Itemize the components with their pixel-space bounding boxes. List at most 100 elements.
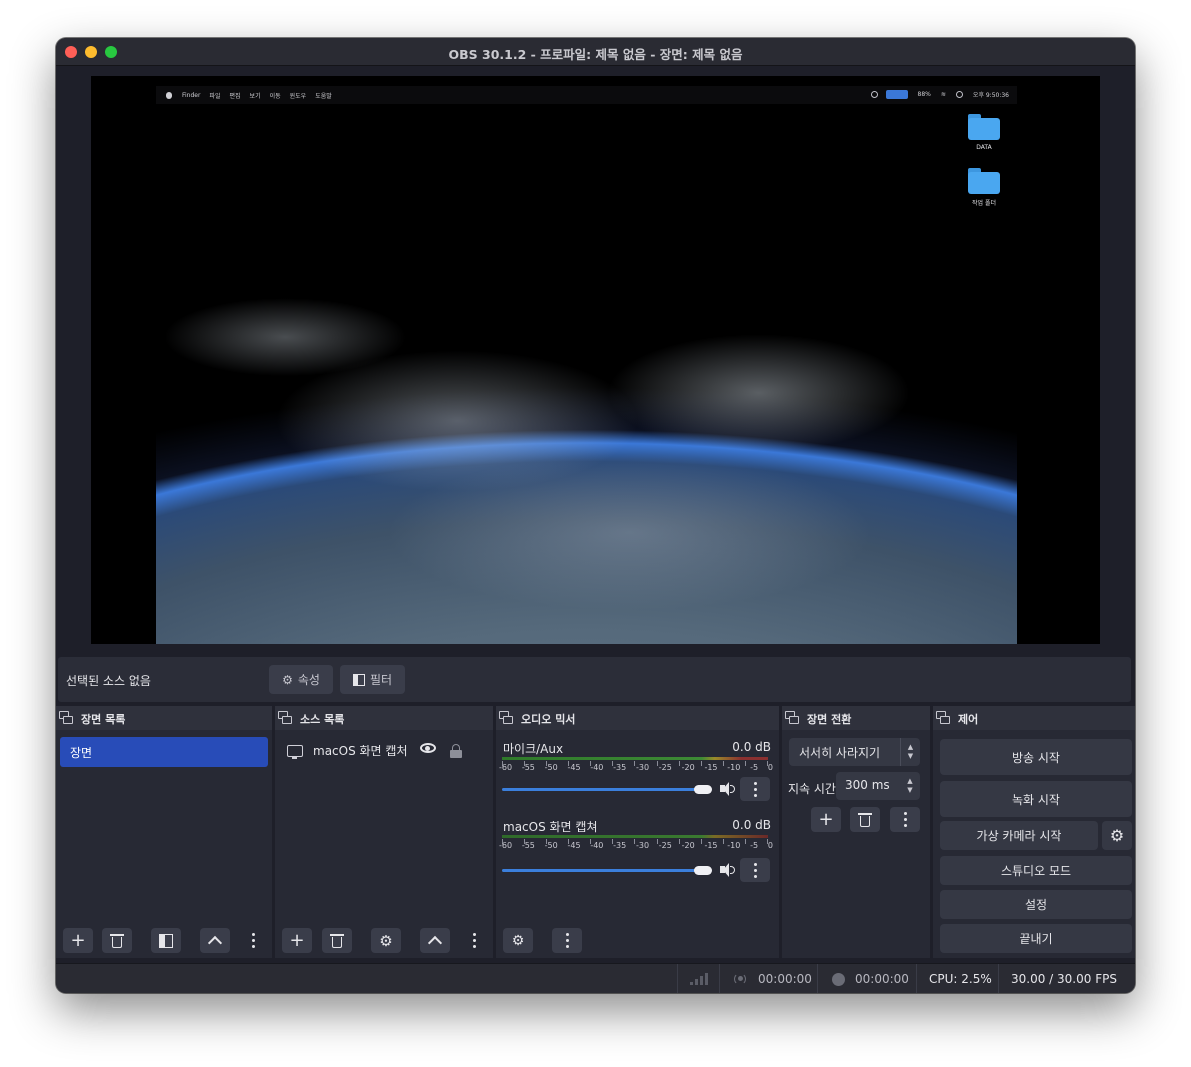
captured-desktop: Finder 파일 편집 보기 이동 윈도우 도움말 88% ≋ 오후 9:50… (156, 86, 1017, 644)
chevron-up-icon (427, 935, 443, 951)
plus-icon: + (818, 809, 834, 830)
kebab-icon (753, 781, 757, 797)
status-bar: 00:00:00 00:00:00 CPU: 2.5% 30.00 / 30.0… (56, 963, 1135, 993)
remove-transition-button[interactable] (850, 807, 880, 832)
window-title: OBS 30.1.2 - 프로파일: 제목 없음 - 장면: 제목 없음 (448, 47, 743, 62)
dock-float-icon[interactable] (278, 711, 292, 724)
channel-menu-button[interactable] (740, 777, 770, 801)
speaker-icon[interactable] (720, 863, 736, 877)
captured-menubar: Finder 파일 편집 보기 이동 윈도우 도움말 88% ≋ 오후 9:50… (156, 86, 1017, 104)
dock-header[interactable]: 소스 목록 (275, 706, 493, 730)
scene-list-item[interactable]: 장면 (60, 737, 268, 767)
properties-label: 속성 (297, 673, 320, 687)
gear-icon: ⚙ (379, 931, 393, 950)
audio-mixer-dock: 오디오 믹서 마이크/Aux 0.0 dB -60 -55 -50 -45 -40 -35… (496, 706, 779, 958)
transition-select[interactable]: 서서히 사라지기 ▲ ▼ (789, 738, 920, 766)
duration-label: 지속 시간 (788, 782, 836, 796)
title-bar: OBS 30.1.2 - 프로파일: 제목 없음 - 장면: 제목 없음 (56, 38, 1135, 66)
move-scene-up-button[interactable] (200, 928, 230, 953)
add-transition-button[interactable]: + (811, 807, 841, 832)
meter-scale-label: -20 (681, 841, 695, 850)
speaker-icon[interactable] (720, 782, 736, 796)
start-streaming-button[interactable]: 방송 시작 (940, 739, 1132, 775)
signal-bars-icon (689, 973, 708, 985)
volume-slider-handle[interactable] (694, 866, 712, 875)
dock-header[interactable]: 오디오 믹서 (496, 706, 779, 730)
apple-icon (166, 91, 172, 99)
visibility-eye-icon[interactable] (420, 743, 436, 753)
scene-filters-button[interactable] (151, 928, 181, 953)
chevron-updown-icon[interactable]: ▲ ▼ (900, 772, 920, 800)
channel-menu-button[interactable] (740, 858, 770, 882)
remove-scene-button[interactable] (102, 928, 132, 953)
meter-scale-label: -30 (635, 841, 650, 850)
earth-wallpaper (156, 86, 1017, 644)
mixer-channel-level: 0.0 dB (732, 818, 771, 832)
dock-float-icon[interactable] (936, 711, 950, 724)
menubar-item: 파일 (209, 92, 221, 100)
virtual-camera-settings-button[interactable]: ⚙ (1102, 821, 1132, 850)
plus-icon: + (289, 930, 305, 951)
dock-float-icon[interactable] (499, 711, 513, 724)
filters-button[interactable]: 필터 (340, 665, 405, 694)
stream-status: 00:00:00 (719, 964, 817, 993)
studio-mode-button[interactable]: 스튜디오 모드 (940, 856, 1132, 885)
fps-readout: 30.00 / 30.00 FPS (998, 964, 1135, 993)
exit-button[interactable]: 끝내기 (940, 924, 1132, 953)
add-source-button[interactable]: + (282, 928, 312, 953)
obs-window: OBS 30.1.2 - 프로파일: 제목 없음 - 장면: 제목 없음 Fin… (56, 38, 1135, 993)
lock-icon[interactable] (450, 744, 462, 758)
source-name: macOS 화면 캡처 (313, 744, 408, 758)
meter-scale-label: -15 (704, 841, 718, 850)
clock-icon (870, 91, 878, 98)
volume-slider-handle[interactable] (694, 785, 712, 794)
start-recording-button[interactable]: 녹화 시작 (940, 781, 1132, 817)
dock-header[interactable]: 장면 목록 (56, 706, 272, 730)
meter-scale-label: -40 (590, 841, 604, 850)
volume-meter (502, 757, 768, 760)
remove-source-button[interactable] (322, 928, 352, 953)
source-more-button[interactable] (468, 928, 480, 953)
record-status: 00:00:00 (817, 964, 916, 993)
clock-text: 오후 9:50:36 (972, 92, 1009, 99)
meter-scale-label: -10 (727, 841, 741, 850)
add-scene-button[interactable]: + (63, 928, 93, 953)
meter-scale-label: -55 (521, 841, 535, 850)
dock-title: 제어 (958, 713, 979, 726)
dock-header[interactable]: 제어 (933, 706, 1135, 730)
meter-scale-label: -45 (567, 841, 581, 850)
dock-float-icon[interactable] (785, 711, 799, 724)
filter-icon (159, 933, 173, 948)
meter-scale-label: -20 (681, 763, 695, 772)
volume-slider[interactable] (502, 869, 702, 872)
kebab-icon (903, 812, 907, 827)
dock-header[interactable]: 장면 전환 (782, 706, 930, 730)
transition-select-value: 서서히 사라지기 (799, 746, 881, 760)
folder-label: 작업 폴더 (972, 200, 996, 207)
advanced-audio-button[interactable]: ⚙ (503, 928, 533, 953)
scene-more-button[interactable] (247, 928, 259, 953)
kebab-icon (251, 933, 255, 948)
menubar-item: 윈도우 (289, 92, 307, 100)
properties-button[interactable]: ⚙ 속성 (269, 665, 333, 694)
source-properties-button[interactable]: ⚙ (371, 928, 401, 953)
move-source-up-button[interactable] (420, 928, 450, 953)
meter-scale-label: -35 (613, 841, 627, 850)
gears-icon: ⚙ (511, 932, 525, 949)
preview-area[interactable]: Finder 파일 편집 보기 이동 윈도우 도움말 88% ≋ 오후 9:50… (56, 67, 1135, 656)
meter-scale: -60 -55 -50 -45 -40 -35 -30 -25 -20 -15 -10 -5 0 (499, 763, 773, 772)
volume-slider[interactable] (502, 788, 702, 791)
preview-canvas[interactable]: Finder 파일 편집 보기 이동 윈도우 도움말 88% ≋ 오후 9:50… (91, 76, 1100, 644)
transition-properties-button[interactable] (890, 807, 920, 832)
folder-icon: DATA (968, 114, 1000, 151)
meter-scale-label: -50 (544, 763, 558, 772)
menubar-item: 도움말 (315, 92, 332, 100)
start-virtual-camera-button[interactable]: 가상 카메라 시작 (940, 821, 1098, 850)
volume-meter (502, 835, 768, 838)
duration-spinbox[interactable]: 300 ms ▲ ▼ (836, 772, 920, 800)
source-list-item[interactable]: macOS 화면 캡처 (287, 742, 408, 759)
settings-button[interactable]: 설정 (940, 890, 1132, 919)
gear-icon: ⚙ (282, 672, 293, 687)
dock-float-icon[interactable] (59, 711, 73, 724)
mixer-menu-button[interactable] (552, 928, 582, 953)
